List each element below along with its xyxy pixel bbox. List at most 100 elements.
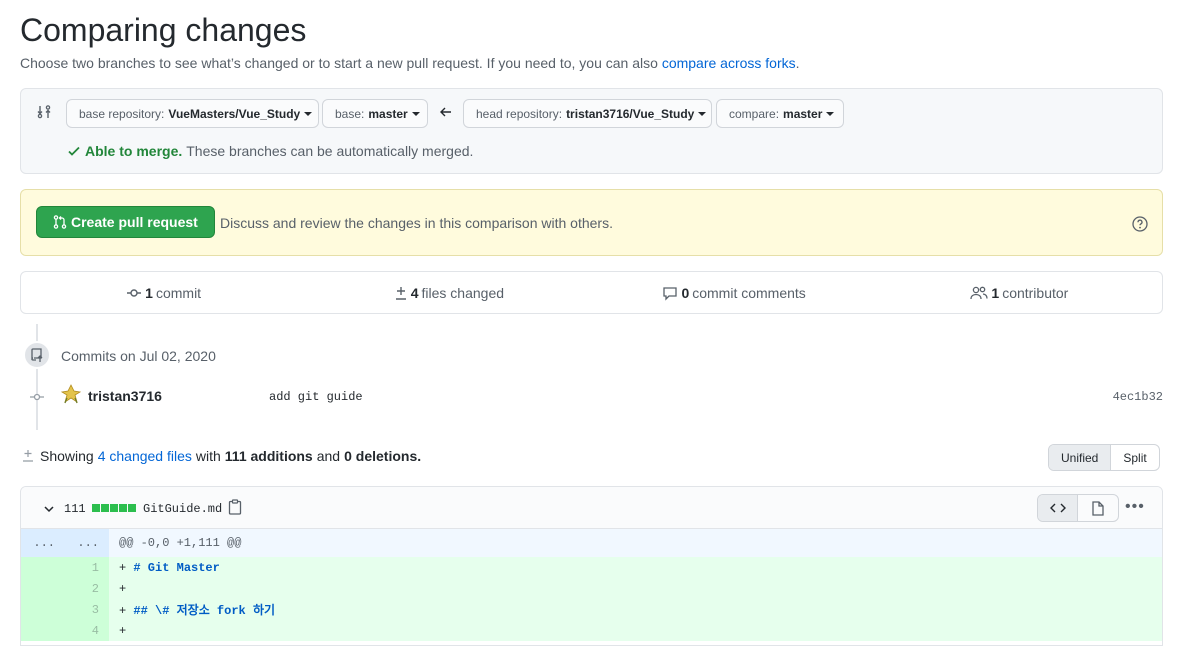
table-row: 3 + ## \# 저장소 fork 하기 — [21, 599, 1162, 620]
question-icon[interactable] — [1132, 216, 1148, 232]
hunk-header-row: ... ... @@ -0,0 +1,111 @@ — [21, 529, 1162, 557]
file-header: 111 GitGuide.md ••• — [21, 487, 1162, 529]
unified-view-button[interactable]: Unified — [1049, 445, 1112, 470]
range-editor: base repository: VueMasters/Vue_Study bas… — [20, 88, 1163, 174]
arrow-left-icon — [440, 107, 451, 117]
commits-label: commit — [155, 284, 202, 301]
comments-count: 0 — [681, 284, 690, 301]
commit-icon — [30, 393, 44, 401]
chevron-down-icon[interactable] — [43, 503, 55, 515]
commits-count: 1 — [145, 284, 153, 301]
code-line: + # Git Master — [119, 560, 220, 575]
diff-summary-and: and — [316, 448, 341, 464]
commit-icon — [127, 288, 142, 297]
compare-across-forks-link[interactable]: compare across forks — [662, 55, 796, 71]
create-pull-request-button[interactable]: Create pull request — [36, 206, 215, 238]
deletions-count: 0 deletions. — [344, 448, 422, 464]
diff-summary-prefix: Showing — [40, 448, 94, 464]
repo-push-icon — [23, 341, 51, 369]
people-icon — [970, 286, 989, 299]
caret-down-icon — [698, 111, 707, 116]
file-view-toggle — [1037, 494, 1119, 522]
code-icon — [1049, 503, 1066, 513]
compare-branch-select[interactable]: compare: master — [716, 99, 844, 128]
table-row: 4 + — [21, 620, 1162, 641]
more-options-icon[interactable]: ••• — [1125, 499, 1145, 515]
base-branch-value: master — [368, 106, 408, 121]
files-count: 4 — [410, 284, 419, 301]
avatar[interactable] — [61, 384, 81, 404]
create-pr-description: Discuss and review the changes in this c… — [220, 215, 613, 231]
head-repository-value: tristan3716/Vue_Study — [566, 106, 695, 121]
pull-request-icon — [53, 215, 67, 229]
line-number[interactable]: 4 — [65, 620, 109, 641]
create-pull-request-label: Create pull request — [71, 214, 198, 230]
file-changes-count: 111 — [64, 502, 86, 516]
merge-status-text: These branches can be automatically merg… — [186, 143, 474, 159]
line-number[interactable]: 1 — [65, 557, 109, 578]
files-label: files changed — [421, 284, 505, 301]
line-number[interactable]: 3 — [65, 599, 109, 620]
base-repository-label: base repository: — [79, 106, 165, 121]
base-repository-select[interactable]: base repository: VueMasters/Vue_Study — [66, 99, 319, 128]
compare-branch-value: master — [783, 106, 823, 121]
compare-branch-label: compare: — [729, 106, 780, 121]
split-view-button[interactable]: Split — [1111, 445, 1158, 470]
diff-table: ... ... @@ -0,0 +1,111 @@ 1 + # Git Mast… — [21, 529, 1162, 641]
timeline-line — [36, 324, 38, 430]
comment-icon — [663, 286, 678, 301]
file-diff: 111 GitGuide.md ••• ... ... @@ -0,0 +1,1… — [20, 486, 1163, 646]
diffstat-bar — [92, 504, 136, 512]
caret-down-icon — [411, 111, 420, 116]
summary-commits[interactable]: 1 commit — [21, 272, 306, 313]
page-title: Comparing changes — [20, 12, 307, 48]
line-number[interactable]: 2 — [65, 578, 109, 599]
code-line: + — [119, 623, 127, 638]
changed-files-link[interactable]: 4 changed files — [98, 448, 192, 464]
diff-summary: Showing 4 changed files with 111 additio… — [22, 448, 425, 464]
file-icon — [1092, 500, 1104, 516]
expand-right[interactable]: ... — [65, 529, 109, 557]
comments-label: commit comments — [692, 284, 806, 301]
subtitle-suffix: . — [795, 55, 800, 71]
commit-group-date: Commits on Jul 02, 2020 — [61, 348, 216, 364]
base-repository-value: VueMasters/Vue_Study — [168, 106, 301, 121]
commit-author[interactable]: tristan3716 — [88, 388, 162, 404]
table-row: 1 + # Git Master — [21, 557, 1162, 578]
additions-count: 111 additions — [224, 448, 313, 464]
contributors-count: 1 — [991, 284, 1000, 301]
compare-summary: 1 commit 4 files changed 0 commit commen… — [20, 271, 1163, 314]
commit-sha[interactable]: 4ec1b32 — [1113, 390, 1163, 404]
merge-ok-label: Able to merge. — [85, 143, 183, 159]
compare-arrows-icon — [37, 105, 51, 119]
base-branch-select[interactable]: base: master — [322, 99, 428, 128]
contributors-label: contributor — [1002, 284, 1069, 301]
file-name[interactable]: GitGuide.md — [143, 502, 222, 516]
page-subtitle: Choose two branches to see what’s change… — [20, 55, 800, 71]
merge-status: Able to merge. These branches can be aut… — [67, 143, 473, 159]
diff-icon — [395, 286, 406, 300]
rich-view-button[interactable] — [1078, 495, 1118, 521]
caret-down-icon — [304, 111, 313, 116]
subtitle-text: Choose two branches to see what’s change… — [20, 55, 658, 71]
summary-contributors[interactable]: 1 contributor — [877, 272, 1162, 313]
head-repository-label: head repository: — [476, 106, 563, 121]
code-line: + — [119, 581, 127, 596]
commit-message[interactable]: add git guide — [269, 390, 363, 404]
create-pr-box: Create pull request Discuss and review t… — [20, 189, 1163, 256]
code-line: + ## \# 저장소 fork 하기 — [119, 604, 276, 618]
diff-summary-with: with — [195, 448, 221, 464]
diff-view-toggle: Unified Split — [1048, 444, 1160, 471]
hunk-header: @@ -0,0 +1,111 @@ — [119, 536, 242, 550]
diff-icon — [23, 450, 33, 462]
caret-down-icon — [826, 111, 835, 116]
table-row: 2 + — [21, 578, 1162, 599]
base-branch-label: base: — [335, 106, 365, 121]
head-repository-select[interactable]: head repository: tristan3716/Vue_Study — [463, 99, 712, 128]
summary-files[interactable]: 4 files changed — [306, 272, 591, 313]
expand-left[interactable]: ... — [21, 529, 65, 557]
summary-comments[interactable]: 0 commit comments — [592, 272, 877, 313]
copy-icon[interactable] — [228, 499, 242, 515]
source-view-button[interactable] — [1038, 495, 1078, 521]
check-icon — [68, 146, 80, 156]
